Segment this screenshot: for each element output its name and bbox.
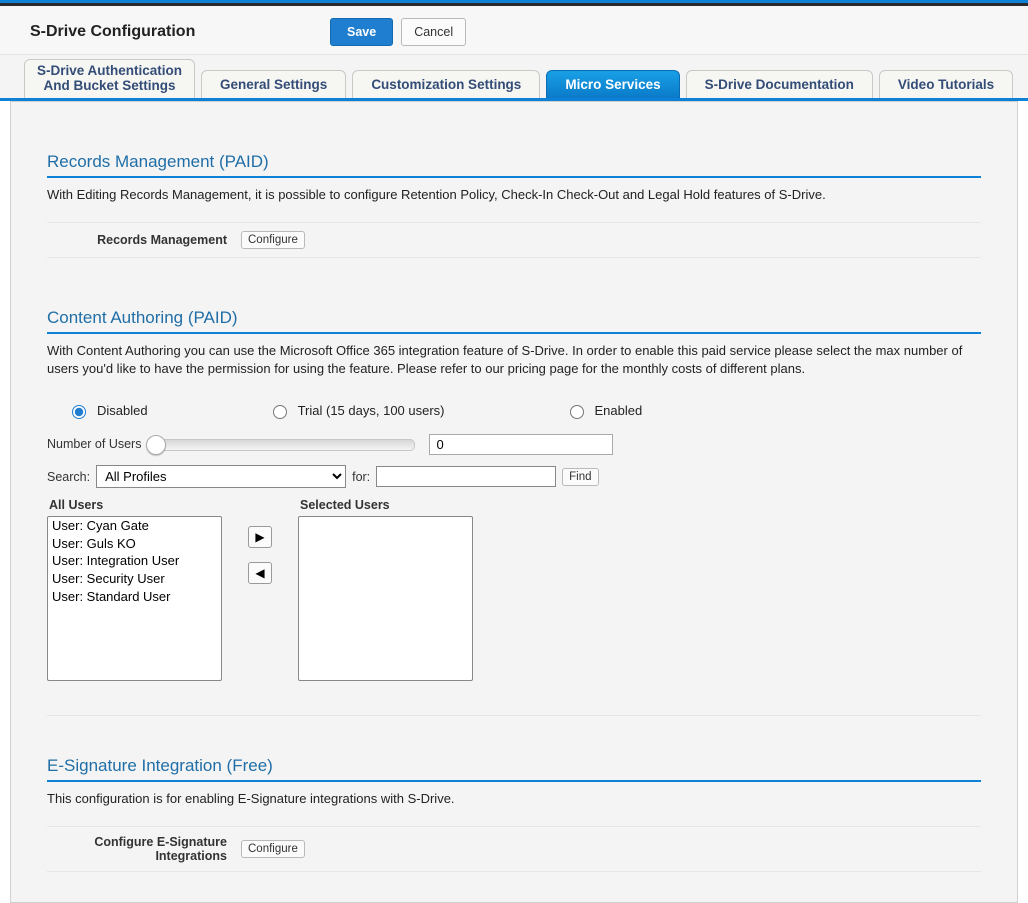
chevron-left-icon: ◀ bbox=[255, 566, 264, 580]
section-divider bbox=[47, 715, 981, 716]
user-dual-list: All Users User: Cyan Gate User: Guls KO … bbox=[47, 498, 981, 691]
user-search-row: Search: All Profiles for: Find bbox=[47, 465, 981, 488]
esignature-label-line1: Configure E-Signature bbox=[47, 835, 227, 849]
content-authoring-mode-radios: Disabled Trial (15 days, 100 users) Enab… bbox=[47, 396, 981, 433]
list-item[interactable]: User: Security User bbox=[48, 570, 221, 588]
page-title: S-Drive Configuration bbox=[30, 23, 330, 41]
tab-customization-settings[interactable]: Customization Settings bbox=[352, 70, 540, 98]
tabstrip: S-Drive Authentication And Bucket Settin… bbox=[0, 55, 1028, 101]
esignature-label: Configure E-Signature Integrations bbox=[47, 835, 227, 863]
radio-trial-input[interactable] bbox=[273, 405, 287, 419]
radio-label: Trial (15 days, 100 users) bbox=[298, 403, 445, 418]
section-desc-content-authoring: With Content Authoring you can use the M… bbox=[47, 342, 981, 378]
list-item[interactable]: User: Integration User bbox=[48, 552, 221, 570]
esignature-configure-button[interactable]: Configure bbox=[241, 840, 305, 858]
radio-disabled-input[interactable] bbox=[72, 405, 86, 419]
esignature-label-line2: Integrations bbox=[47, 849, 227, 863]
search-label: Search: bbox=[47, 470, 90, 484]
tab-auth-bucket[interactable]: S-Drive Authentication And Bucket Settin… bbox=[24, 59, 195, 98]
tab-micro-services[interactable]: Micro Services bbox=[546, 70, 679, 98]
section-title-esignature: E-Signature Integration (Free) bbox=[47, 746, 981, 782]
records-management-row: Records Management Configure bbox=[47, 222, 981, 258]
chevron-right-icon: ▶ bbox=[255, 530, 264, 544]
slider-thumb[interactable] bbox=[146, 435, 166, 455]
tab-label: And Bucket Settings bbox=[37, 79, 182, 94]
tab-sdrive-documentation[interactable]: S-Drive Documentation bbox=[686, 70, 873, 98]
dual-list-arrows: ▶ ◀ bbox=[248, 526, 272, 584]
selected-users-label: Selected Users bbox=[300, 498, 473, 512]
save-button[interactable]: Save bbox=[330, 18, 393, 46]
radio-label: Disabled bbox=[97, 403, 148, 418]
section-title-records: Records Management (PAID) bbox=[47, 142, 981, 178]
radio-enabled[interactable]: Enabled bbox=[565, 402, 643, 419]
number-of-users-row: Number of Users bbox=[47, 433, 981, 455]
header-actions: Save Cancel bbox=[330, 18, 466, 46]
all-users-column: All Users User: Cyan Gate User: Guls KO … bbox=[47, 498, 222, 681]
slider-track bbox=[155, 439, 415, 451]
for-label: for: bbox=[352, 470, 370, 484]
records-configure-button[interactable]: Configure bbox=[241, 231, 305, 249]
add-user-button[interactable]: ▶ bbox=[248, 526, 272, 548]
list-item[interactable]: User: Guls KO bbox=[48, 535, 221, 553]
section-desc-records: With Editing Records Management, it is p… bbox=[47, 186, 981, 204]
find-button[interactable]: Find bbox=[562, 468, 598, 486]
list-item[interactable]: User: Standard User bbox=[48, 588, 221, 606]
selected-users-column: Selected Users bbox=[298, 498, 473, 681]
tab-general-settings[interactable]: General Settings bbox=[201, 70, 346, 98]
all-users-listbox[interactable]: User: Cyan Gate User: Guls KO User: Inte… bbox=[47, 516, 222, 681]
selected-users-listbox[interactable] bbox=[298, 516, 473, 681]
main-content: Records Management (PAID) With Editing R… bbox=[10, 101, 1018, 903]
list-item[interactable]: User: Cyan Gate bbox=[48, 517, 221, 535]
number-of-users-label: Number of Users bbox=[47, 437, 141, 451]
esignature-row: Configure E-Signature Integrations Confi… bbox=[47, 826, 981, 872]
records-management-label: Records Management bbox=[47, 233, 227, 247]
search-profile-select[interactable]: All Profiles bbox=[96, 465, 346, 488]
cancel-button[interactable]: Cancel bbox=[401, 18, 466, 46]
radio-enabled-input[interactable] bbox=[570, 405, 584, 419]
search-text-input[interactable] bbox=[376, 466, 556, 487]
radio-trial[interactable]: Trial (15 days, 100 users) bbox=[268, 402, 445, 419]
number-of-users-input[interactable] bbox=[429, 434, 613, 455]
radio-label: Enabled bbox=[595, 403, 643, 418]
remove-user-button[interactable]: ◀ bbox=[248, 562, 272, 584]
number-of-users-slider[interactable] bbox=[155, 433, 415, 455]
radio-disabled[interactable]: Disabled bbox=[67, 402, 148, 419]
tab-video-tutorials[interactable]: Video Tutorials bbox=[879, 70, 1013, 98]
page-header: S-Drive Configuration Save Cancel bbox=[0, 6, 1028, 55]
section-title-content-authoring: Content Authoring (PAID) bbox=[47, 298, 981, 334]
all-users-label: All Users bbox=[49, 498, 222, 512]
section-desc-esignature: This configuration is for enabling E-Sig… bbox=[47, 790, 981, 808]
tab-label: S-Drive Authentication bbox=[37, 64, 182, 79]
